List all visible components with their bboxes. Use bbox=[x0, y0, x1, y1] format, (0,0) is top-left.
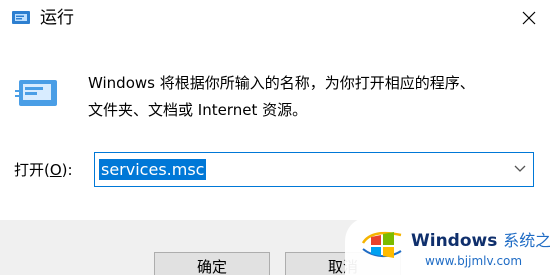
title-bar: 运行 bbox=[0, 0, 550, 38]
open-combobox[interactable]: services.msc bbox=[94, 152, 534, 187]
ok-button[interactable]: 确定 bbox=[154, 252, 270, 275]
prompt-line-1: Windows 将根据你所输入的名称，为你打开相应的程序、 bbox=[88, 74, 475, 92]
open-label-prefix: 打开( bbox=[14, 161, 50, 179]
watermark-brand: Windows bbox=[411, 231, 498, 251]
open-dropdown-button[interactable] bbox=[507, 153, 533, 186]
run-dialog-icon bbox=[10, 10, 32, 26]
windows-logo-icon bbox=[359, 223, 405, 263]
open-label: 打开(O): bbox=[14, 159, 73, 181]
prompt-line-2: 文件夹、文档或 Internet 资源。 bbox=[88, 101, 308, 119]
watermark-brand-cn: 系统之家 bbox=[503, 231, 550, 250]
close-icon bbox=[522, 11, 536, 25]
open-label-suffix: ): bbox=[61, 161, 73, 179]
open-label-accelerator: O bbox=[49, 161, 62, 179]
run-program-icon bbox=[15, 78, 59, 110]
run-dialog: 运行 Windows 将根据你所输入的名称，为你打开相应的程序、 文件夹、文档或… bbox=[0, 0, 550, 275]
window-title: 运行 bbox=[40, 8, 74, 28]
watermark: Windows 系统之家 www.bjjmlv.com bbox=[345, 217, 550, 275]
prompt-text: Windows 将根据你所输入的名称，为你打开相应的程序、 文件夹、文档或 In… bbox=[88, 70, 538, 124]
close-button[interactable] bbox=[508, 2, 550, 34]
chevron-down-icon bbox=[514, 165, 526, 172]
open-input-selection: services.msc bbox=[99, 159, 207, 180]
watermark-url: www.bjjmlv.com bbox=[425, 254, 523, 268]
watermark-title: Windows 系统之家 bbox=[411, 231, 550, 251]
